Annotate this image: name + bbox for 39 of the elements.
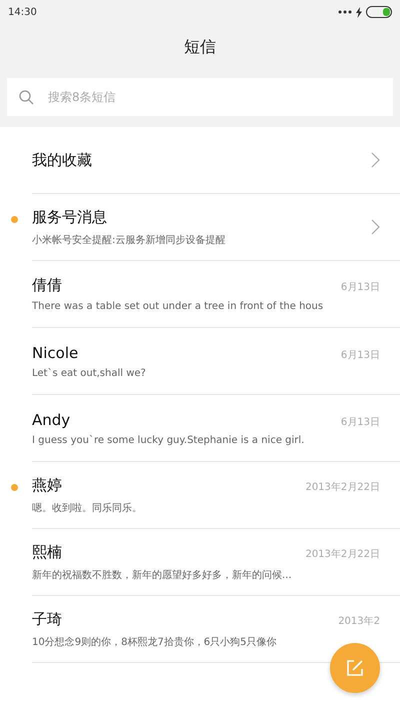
message-date: 6月13日 xyxy=(340,416,380,428)
contact-name: 熙楠 xyxy=(32,542,62,562)
conversation-item[interactable]: 倩倩 6月13日 There was a table set out under a tree in front of the hous xyxy=(0,261,400,328)
search-field[interactable]: 搜索8条短信 xyxy=(46,89,381,105)
charging-icon xyxy=(356,6,362,18)
message-date: 2013年2月22日 xyxy=(305,548,380,560)
message-preview: 新年的祝福数不胜数，新年的愿望好多好多，新年的问候... xyxy=(32,568,292,582)
message-preview: 10分想念9则的你，8杯熙龙7拾贵你，6只小狗5只像你 xyxy=(32,636,277,648)
search-bar[interactable]: 搜索8条短信 xyxy=(7,78,393,116)
page-title: 短信 xyxy=(184,36,216,58)
contact-name: 子琦 xyxy=(32,610,62,628)
more-icon xyxy=(338,10,352,14)
conversation-item[interactable]: 我的收藏 xyxy=(0,127,400,194)
conversation-item[interactable]: 服务号消息 小米帐号安全提醒:云服务新增同步设备提醒 xyxy=(0,194,400,261)
contact-name: 倩倩 xyxy=(32,276,62,295)
battery-icon xyxy=(366,6,392,18)
status-time: 14:30 xyxy=(8,6,37,18)
message-date: 2013年2月22日 xyxy=(305,480,380,494)
message-date: 2013年2 xyxy=(338,614,380,628)
message-preview: I guess you`re some lucky guy.Stephanie is a nice girl. xyxy=(32,434,304,446)
conversation-item[interactable]: 燕婷 2013年2月22日 嗯。收到啦。同乐同乐。 xyxy=(0,462,400,529)
message-preview: Let`s eat out,shall we? xyxy=(32,368,146,378)
message-preview: 小米帐号安全提醒:云服务新增同步设备提醒 xyxy=(32,234,226,246)
message-date: 6月13日 xyxy=(340,281,380,294)
message-preview: There was a table set out under a tree in front of the hous xyxy=(32,301,324,312)
message-date: 6月13日 xyxy=(340,348,380,362)
chevron-icon xyxy=(371,219,380,235)
compose-icon xyxy=(346,659,364,677)
search-icon xyxy=(19,90,34,104)
contact-name: 服务号消息 xyxy=(32,208,107,226)
contact-name: 燕婷 xyxy=(32,476,62,494)
chevron-icon xyxy=(371,152,380,168)
contact-name: Andy xyxy=(32,410,70,428)
contact-name: 我的收藏 xyxy=(32,150,92,170)
message-preview: 嗯。收到啦。同乐同乐。 xyxy=(32,502,142,514)
conversation-item[interactable]: 熙楠 2013年2月22日 新年的祝福数不胜数，新年的愿望好多好多，新年的问候... xyxy=(0,529,400,596)
conversation-item[interactable]: Andy 6月13日 I guess you`re some lucky guy.Stephanie is a nice girl. xyxy=(0,395,400,462)
contact-name: Nicole xyxy=(32,344,78,362)
conversation-item[interactable]: Nicole 6月13日 Let`s eat out,shall we? xyxy=(0,328,400,395)
